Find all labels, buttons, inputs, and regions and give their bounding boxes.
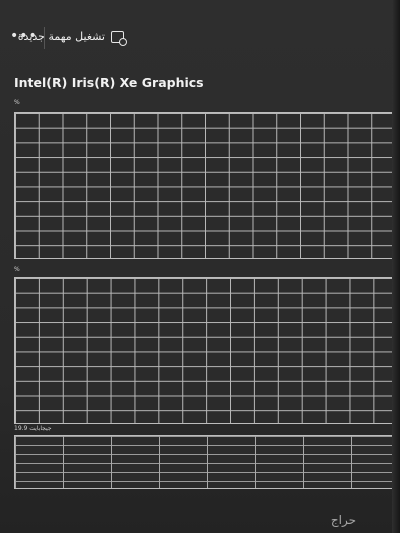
shared-memory-graph xyxy=(14,435,398,489)
toolbar-divider xyxy=(44,27,45,49)
gpu-engine-graph xyxy=(14,277,396,424)
task-manager-gpu-panel: تشغيل مهمة جديدة ••• Intel(R) Iris(R) Xe… xyxy=(0,0,400,533)
graph-utilization-label: % xyxy=(14,99,20,106)
gpu-utilization-graph xyxy=(14,112,394,259)
graph-engine-label: % xyxy=(14,266,20,273)
run-task-icon xyxy=(111,30,127,46)
window-edge-shadow xyxy=(392,0,400,533)
shared-memory-label: 19.9 جيجابايت xyxy=(14,425,52,432)
gpu-name-title: Intel(R) Iris(R) Xe Graphics xyxy=(14,75,204,90)
command-bar: تشغيل مهمة جديدة ••• xyxy=(8,24,388,52)
more-options-button[interactable]: ••• xyxy=(10,28,38,44)
watermark-logo: حراج xyxy=(330,513,356,527)
